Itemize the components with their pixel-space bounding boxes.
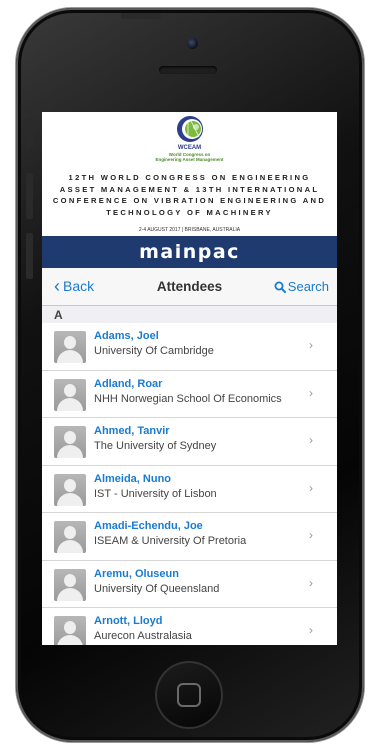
attendee-name: Almeida, Nuno — [94, 472, 172, 485]
conference-title-line-3: CONFERENCE ON VIBRATION ENGINEERING AND — [52, 196, 327, 205]
chevron-right-icon: › — [309, 385, 313, 400]
logo-name: WCEAM — [177, 145, 202, 151]
earpiece-speaker — [159, 66, 217, 74]
conference-title-line-1: 12TH WORLD CONGRESS ON ENGINEERING — [68, 173, 311, 182]
person-placeholder-icon — [54, 473, 86, 506]
list-item[interactable]: Amadi-Echendu, Joe ISEAM & University Of… — [42, 513, 337, 561]
conference-banner: WCEAM World Congress on Engineering Asse… — [42, 112, 337, 236]
attendee-organization: University Of Queensland — [94, 582, 220, 595]
conference-date: 2-4 AUGUST 2017 | BRISBANE, AUSTRALIA — [138, 227, 241, 233]
attendee-name: Arnott, Lloyd — [94, 615, 163, 627]
search-label: Search — [287, 279, 329, 294]
conference-title-line-2: ASSET MANAGEMENT & 13TH INTERNATIONAL — [59, 184, 320, 194]
chevron-right-icon: › — [309, 623, 313, 637]
list-item[interactable]: Aremu, Oluseun University Of Queensland … — [42, 560, 337, 608]
search-button[interactable]: Search — [274, 279, 329, 294]
power-button — [121, 13, 161, 19]
sponsor-logo: mainpac — [139, 241, 240, 263]
person-placeholder-icon — [54, 378, 86, 411]
chevron-right-icon: › — [309, 528, 313, 542]
person-placeholder-icon — [54, 521, 86, 553]
attendee-name: Aremu, Oluseun — [94, 567, 179, 580]
section-header: A — [42, 306, 337, 323]
front-camera — [187, 38, 198, 49]
list-item[interactable]: Adams, Joel University Of Cambridge › — [42, 323, 337, 371]
chevron-right-icon: › — [309, 480, 313, 495]
wceam-logo-icon — [177, 116, 203, 142]
search-icon — [274, 281, 286, 293]
conference-title: 12TH WORLD CONGRESS ON ENGINEERING ASSET… — [44, 172, 335, 218]
list-item[interactable]: Arnott, Lloyd Aurecon Australasia › — [42, 608, 337, 645]
volume-down-button — [26, 233, 33, 279]
back-label: Back — [63, 278, 95, 294]
chevron-right-icon: › — [309, 338, 313, 352]
conference-title-line-4: TECHNOLOGY OF MACHINERY — [106, 207, 273, 217]
mute-switch — [26, 118, 33, 148]
attendee-organization: ISEAM & University Of Pretoria — [94, 535, 247, 547]
back-button[interactable]: ‹ Back — [54, 276, 95, 296]
attendee-organization: Aurecon Australasia — [94, 630, 192, 642]
home-button[interactable] — [155, 661, 223, 729]
list-item[interactable]: Adland, Roar NHH Norwegian School Of Eco… — [42, 370, 337, 418]
attendee-organization: University Of Cambridge — [94, 345, 214, 357]
home-square-icon — [177, 683, 201, 707]
attendee-list: Adams, Joel University Of Cambridge › Ad… — [42, 323, 337, 645]
list-item[interactable]: Ahmed, Tanvir The University of Sydney › — [42, 418, 337, 466]
chevron-right-icon: › — [309, 433, 313, 447]
attendee-organization: NHH Norwegian School Of Economics — [94, 392, 282, 405]
person-placeholder-icon — [54, 568, 86, 601]
app-screen: WCEAM World Congress on Engineering Asse… — [42, 112, 337, 645]
person-placeholder-icon — [54, 426, 86, 458]
person-placeholder-icon — [54, 331, 86, 363]
attendee-name: Adland, Roar — [94, 377, 163, 390]
logo-subtitle: World Congress on Engineering Asset Mana… — [42, 152, 337, 162]
attendee-name: Ahmed, Tanvir — [94, 425, 170, 437]
navigation-bar: ‹ Back Attendees Search — [42, 268, 337, 306]
attendee-name: Amadi-Echendu, Joe — [94, 520, 203, 532]
attendee-name: Adams, Joel — [94, 330, 159, 342]
chevron-right-icon: › — [309, 575, 313, 590]
chevron-left-icon: ‹ — [54, 276, 60, 296]
person-placeholder-icon — [54, 616, 86, 645]
logo-subtitle-line-2: Engineering Asset Management — [155, 157, 224, 162]
volume-up-button — [26, 173, 33, 219]
attendee-organization: IST - University of Lisbon — [94, 487, 217, 500]
sponsor-bar[interactable]: mainpac — [42, 236, 337, 268]
attendee-organization: The University of Sydney — [94, 440, 217, 452]
list-item[interactable]: Almeida, Nuno IST - University of Lisbon… — [42, 465, 337, 513]
